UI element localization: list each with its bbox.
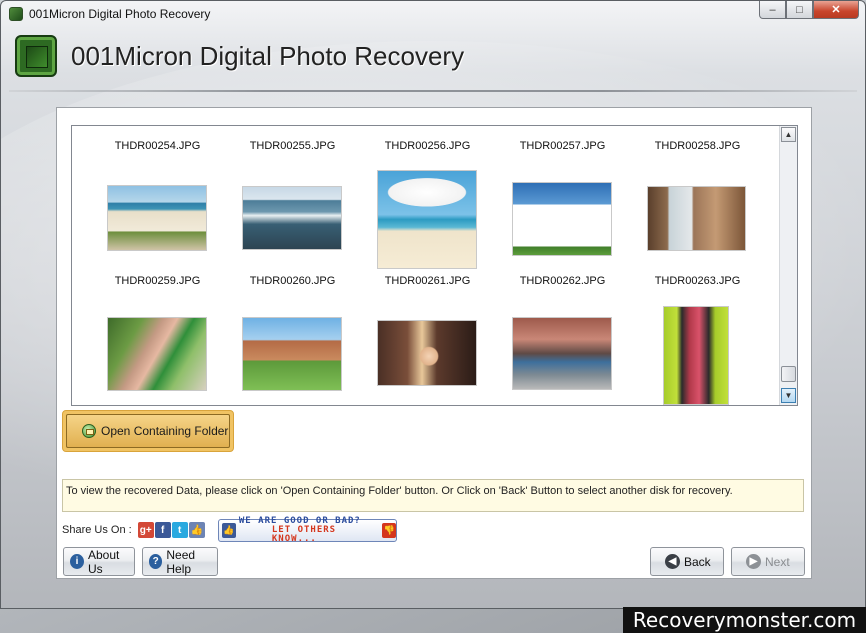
thumbs-down-icon: 👎 <box>382 522 396 538</box>
file-name: THDR00256.JPG <box>384 140 471 152</box>
info-message: To view the recovered Data, please click… <box>62 479 804 512</box>
minimize-button[interactable]: – <box>759 1 786 19</box>
photo-thumbnail[interactable] <box>663 306 729 405</box>
file-name: THDR00255.JPG <box>249 140 336 152</box>
thumbs-up-icon: 👍 <box>221 522 236 538</box>
file-name: THDR00257.JPG <box>519 140 606 152</box>
main-window: 001Micron Digital Photo Recovery – □ ✕ 0… <box>0 0 866 609</box>
file-name: THDR00258.JPG <box>654 140 741 152</box>
window-controls: – □ ✕ <box>759 1 859 19</box>
next-arrow-icon: ▶ <box>746 554 761 569</box>
maximize-button[interactable]: □ <box>786 1 813 19</box>
app-title: 001Micron Digital Photo Recovery <box>71 40 465 71</box>
scroll-up-button[interactable]: ▲ <box>781 127 796 142</box>
google-plus-icon[interactable]: g+ <box>137 522 154 538</box>
about-us-label: About Us <box>87 547 120 576</box>
watermark: Recoverymonster.com <box>623 607 866 633</box>
share-label: Share Us On : <box>62 524 132 536</box>
app-header: 001Micron Digital Photo Recovery <box>15 35 464 77</box>
file-name: THDR00263.JPG <box>654 275 741 287</box>
window-title: 001Micron Digital Photo Recovery <box>29 7 211 21</box>
thumbnail-grid: THDR00254.JPG THDR00255.JPG THDR00256.JP… <box>71 125 798 406</box>
vertical-scrollbar[interactable]: ▲ ▼ <box>779 126 797 405</box>
open-folder-inner: Open Containing Folder <box>66 414 230 448</box>
feedback-banner[interactable]: 👍 WE ARE GOOD OR BAD? LET OTHERS KNOW...… <box>217 516 397 544</box>
content-panel: THDR00254.JPG THDR00255.JPG THDR00256.JP… <box>56 107 812 579</box>
facebook-icon[interactable]: f <box>154 522 171 538</box>
feedback-text: WE ARE GOOD OR BAD? LET OTHERS KNOW... <box>239 516 380 544</box>
title-bar: 001Micron Digital Photo Recovery – □ ✕ <box>1 1 865 27</box>
back-button[interactable]: ◀ Back <box>650 547 724 576</box>
info-icon: i <box>70 554 84 569</box>
photo-thumbnail[interactable] <box>512 317 612 390</box>
file-name: THDR00254.JPG <box>114 140 201 152</box>
file-name: THDR00262.JPG <box>519 275 606 287</box>
thumbnail-list: THDR00254.JPG THDR00255.JPG THDR00256.JP… <box>72 126 779 405</box>
back-arrow-icon: ◀ <box>665 554 680 569</box>
close-button[interactable]: ✕ <box>813 1 859 19</box>
need-help-label: Need Help <box>166 547 196 576</box>
next-label: Next <box>765 554 790 569</box>
photo-thumbnail[interactable] <box>647 186 746 251</box>
file-name: THDR00261.JPG <box>384 275 471 287</box>
photo-thumbnail[interactable] <box>512 182 612 256</box>
photo-thumbnail[interactable] <box>107 185 207 251</box>
about-us-button[interactable]: i About Us <box>63 547 135 576</box>
need-help-button[interactable]: ? Need Help <box>142 547 218 576</box>
open-folder-label: Open Containing Folder <box>101 424 229 438</box>
scroll-down-button[interactable]: ▼ <box>781 388 796 403</box>
help-icon: ? <box>149 554 163 569</box>
header-divider <box>9 90 857 92</box>
twitter-icon[interactable]: t <box>171 522 188 538</box>
chip-icon <box>15 35 57 77</box>
photo-thumbnail[interactable] <box>377 170 477 269</box>
back-label: Back <box>684 554 711 569</box>
open-containing-folder-button[interactable]: Open Containing Folder <box>62 410 234 452</box>
like-icon[interactable]: 👍 <box>188 522 205 538</box>
file-name: THDR00260.JPG <box>249 275 336 287</box>
feedback-line-2: LET OTHERS KNOW... <box>271 524 337 544</box>
file-name: THDR00259.JPG <box>114 275 201 287</box>
scroll-thumb[interactable] <box>781 366 796 382</box>
photo-thumbnail[interactable] <box>242 317 342 391</box>
folder-icon <box>82 424 96 438</box>
photo-thumbnail[interactable] <box>242 186 342 250</box>
next-button[interactable]: ▶ Next <box>731 547 805 576</box>
photo-thumbnail[interactable] <box>107 317 207 391</box>
photo-thumbnail[interactable] <box>377 320 477 386</box>
share-bar: Share Us On : g+ f t 👍 👍 WE ARE GOOD OR … <box>62 516 397 544</box>
app-icon <box>9 7 23 21</box>
